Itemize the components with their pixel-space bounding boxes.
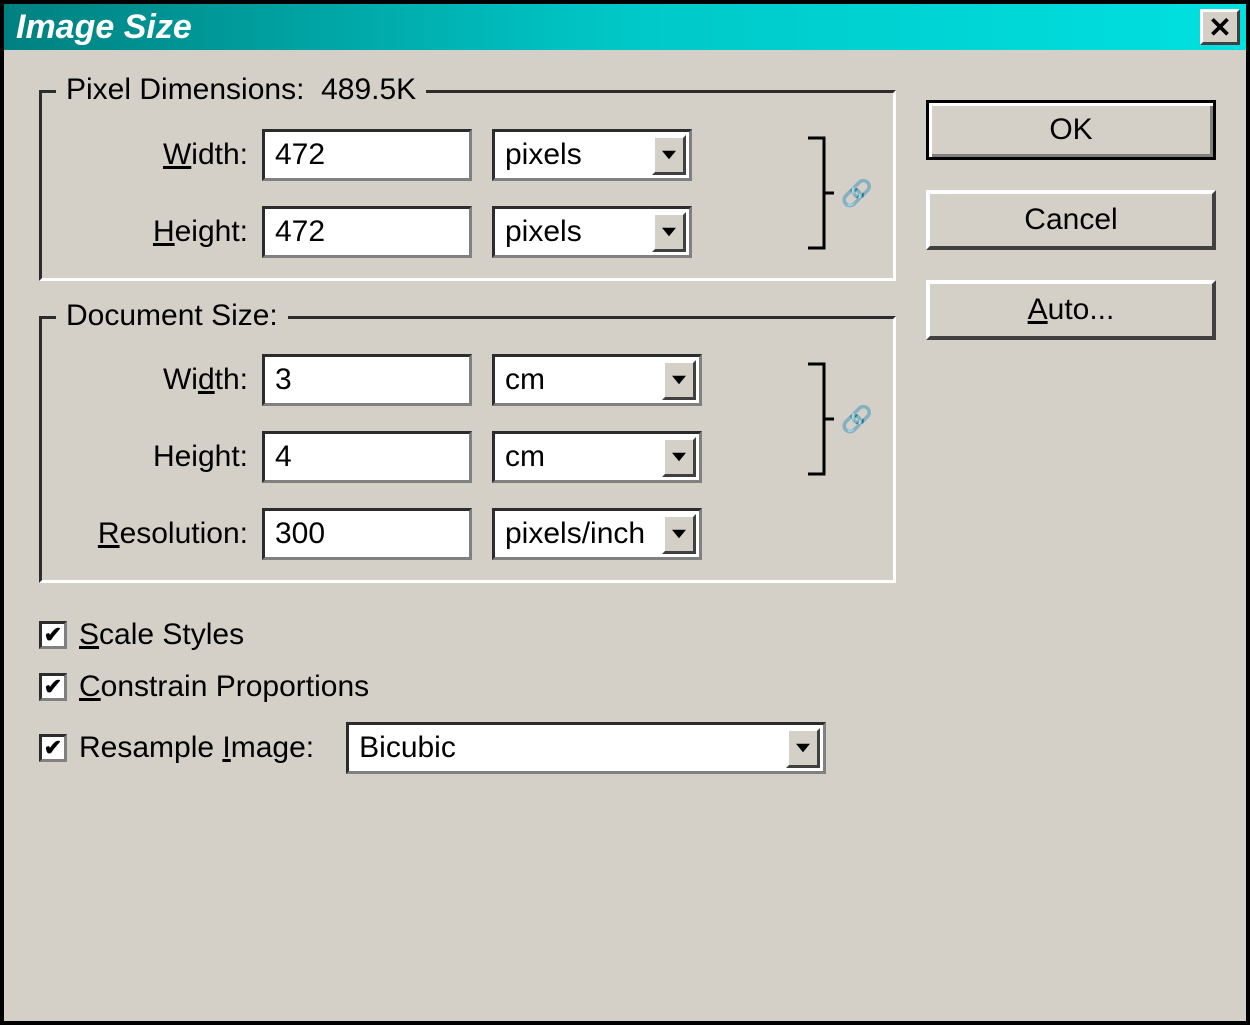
pixel-width-unit-value: pixels xyxy=(505,138,582,172)
pixel-height-label: Height: xyxy=(62,215,262,249)
scale-styles-row[interactable]: ✔ Scale Styles xyxy=(39,618,896,652)
resample-image-checkbox[interactable]: ✔ xyxy=(39,734,67,762)
pixel-width-label: Width: xyxy=(62,138,262,172)
pixel-width-unit-select[interactable]: pixels xyxy=(492,129,692,181)
cancel-button[interactable]: Cancel xyxy=(926,190,1216,250)
pixel-dimensions-legend: Pixel Dimensions: 489.5K xyxy=(56,73,426,107)
close-button[interactable]: ✕ xyxy=(1200,9,1240,45)
resample-image-row[interactable]: ✔ Resample Image: Bicubic xyxy=(39,722,896,774)
left-column: Pixel Dimensions: 489.5K Width: pixels xyxy=(39,90,896,996)
pixel-height-input[interactable] xyxy=(262,206,472,258)
doc-height-row: Height: cm xyxy=(62,431,798,483)
doc-width-row: Width: cm xyxy=(62,354,798,406)
chain-link-icon: 🔗 xyxy=(841,178,873,209)
document-size-legend: Document Size: xyxy=(56,299,288,333)
ok-button[interactable]: OK xyxy=(926,100,1216,160)
chevron-down-icon xyxy=(652,135,686,175)
resolution-unit-value: pixels/inch xyxy=(505,517,645,551)
resolution-input[interactable] xyxy=(262,508,472,560)
pixel-dimensions-label: Pixel Dimensions: xyxy=(66,73,304,106)
dialog-content: Pixel Dimensions: 489.5K Width: pixels xyxy=(4,50,1246,1021)
chevron-down-icon xyxy=(786,728,820,768)
chevron-down-icon xyxy=(662,360,696,400)
pixel-height-row: Height: pixels xyxy=(62,206,798,258)
doc-width-unit-value: cm xyxy=(505,363,545,397)
doc-height-input[interactable] xyxy=(262,431,472,483)
pixel-height-unit-select[interactable]: pixels xyxy=(492,206,692,258)
doc-width-input[interactable] xyxy=(262,354,472,406)
resample-method-value: Bicubic xyxy=(359,731,456,765)
pixel-dimensions-filesize: 489.5K xyxy=(321,73,416,106)
link-bracket xyxy=(806,128,836,258)
window-title: Image Size xyxy=(16,8,192,47)
button-column: OK Cancel Auto... xyxy=(926,90,1216,996)
doc-height-label: Height: xyxy=(62,440,262,474)
chain-link-icon: 🔗 xyxy=(841,404,873,435)
titlebar: Image Size ✕ xyxy=(4,4,1246,50)
pixel-height-unit-value: pixels xyxy=(505,215,582,249)
doc-width-label: Width: xyxy=(62,363,262,397)
constrain-proportions-label: Constrain Proportions xyxy=(79,670,369,704)
constrain-proportions-row[interactable]: ✔ Constrain Proportions xyxy=(39,670,896,704)
link-bracket xyxy=(806,354,836,484)
resample-method-select[interactable]: Bicubic xyxy=(346,722,826,774)
constrain-proportions-checkbox[interactable]: ✔ xyxy=(39,673,67,701)
document-size-group: Document Size: Width: cm Height: xyxy=(39,316,896,583)
close-icon: ✕ xyxy=(1208,11,1231,44)
chevron-down-icon xyxy=(662,514,696,554)
options-area: ✔ Scale Styles ✔ Constrain Proportions ✔… xyxy=(39,618,896,792)
pixel-width-row: Width: pixels xyxy=(62,129,798,181)
chevron-down-icon xyxy=(662,437,696,477)
constrain-link: 🔗 xyxy=(841,354,873,484)
image-size-dialog: Image Size ✕ Pixel Dimensions: 489.5K Wi… xyxy=(0,0,1250,1025)
auto-button[interactable]: Auto... xyxy=(926,280,1216,340)
doc-height-unit-select[interactable]: cm xyxy=(492,431,702,483)
resolution-label: Resolution: xyxy=(62,517,262,551)
doc-height-unit-value: cm xyxy=(505,440,545,474)
scale-styles-checkbox[interactable]: ✔ xyxy=(39,621,67,649)
doc-width-unit-select[interactable]: cm xyxy=(492,354,702,406)
pixel-dimensions-group: Pixel Dimensions: 489.5K Width: pixels xyxy=(39,90,896,281)
resample-image-label: Resample Image: xyxy=(79,731,314,765)
constrain-link: 🔗 xyxy=(841,178,873,209)
pixel-width-input[interactable] xyxy=(262,129,472,181)
chevron-down-icon xyxy=(652,212,686,252)
resolution-row: Resolution: pixels/inch xyxy=(62,508,798,560)
resolution-unit-select[interactable]: pixels/inch xyxy=(492,508,702,560)
scale-styles-label: Scale Styles xyxy=(79,618,244,652)
